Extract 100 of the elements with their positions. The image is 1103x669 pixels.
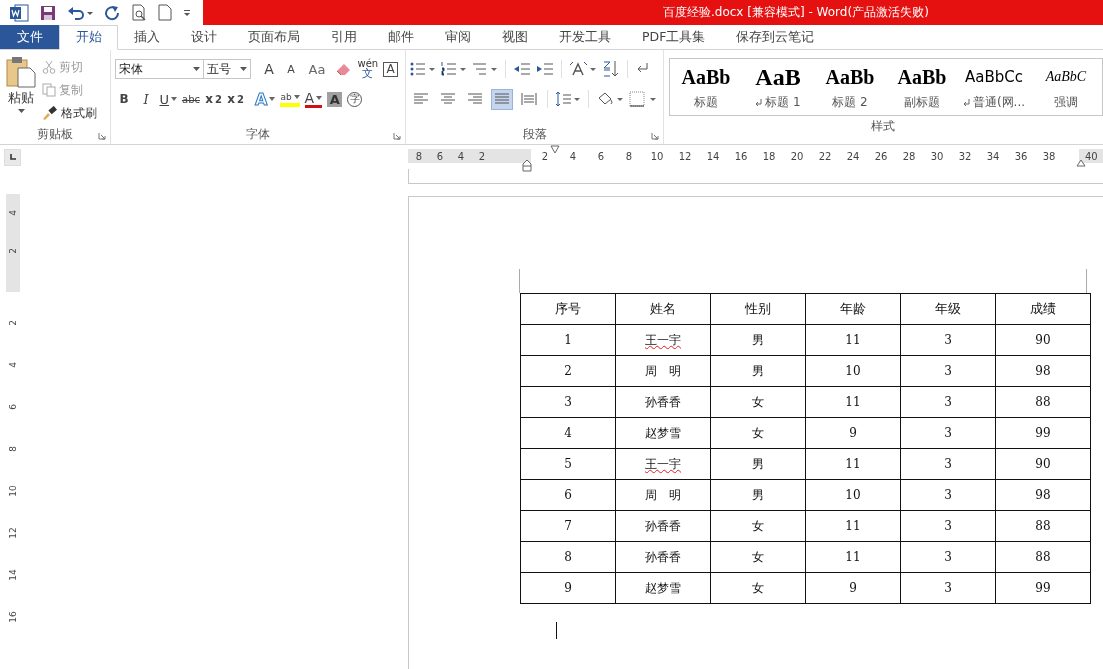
- multilevel-list-icon[interactable]: [472, 61, 499, 77]
- scissors-icon: [42, 60, 56, 74]
- bullet-list-icon[interactable]: [410, 61, 437, 77]
- font-size-field[interactable]: 五号: [203, 59, 252, 79]
- table-cell: 女: [710, 510, 806, 542]
- style-item[interactable]: AaBb 标题 2: [814, 59, 886, 115]
- copy-icon: [42, 83, 56, 97]
- table-cell: 3: [900, 572, 996, 604]
- clipboard-icon: [6, 56, 36, 88]
- ribbon-tab[interactable]: 开始: [59, 25, 118, 50]
- ruler-number: 22: [817, 150, 833, 162]
- ribbon-tab[interactable]: 视图: [486, 25, 543, 49]
- dialog-launcher-icon[interactable]: [393, 132, 402, 140]
- window-title: 百度经验.docx [兼容模式] - Word(产品激活失败): [663, 4, 929, 21]
- save-icon[interactable]: [40, 4, 56, 21]
- group-label: 字体: [246, 125, 271, 143]
- table-cell: 孙香香: [615, 510, 711, 542]
- print-preview-icon[interactable]: [131, 3, 147, 22]
- table-cell: 98: [995, 479, 1091, 511]
- style-item[interactable]: AaB 标题 1: [742, 59, 814, 115]
- dialog-launcher-icon[interactable]: [98, 132, 107, 140]
- first-line-indent-marker[interactable]: [550, 145, 560, 154]
- text-cursor: [556, 622, 557, 639]
- ruler-number: 2: [7, 320, 19, 326]
- table-cell: 赵梦雪: [615, 572, 711, 604]
- style-item[interactable]: AaBbCc 普通(网...: [958, 59, 1030, 115]
- ruler-number: 28: [901, 150, 917, 162]
- table-cell: 3: [900, 541, 996, 573]
- font-format-button[interactable]: A: [282, 59, 300, 79]
- font-format-button[interactable]: A: [304, 90, 323, 108]
- undo-icon[interactable]: [67, 4, 93, 21]
- font-format-button[interactable]: A: [327, 91, 343, 107]
- ruler-number: 14: [705, 150, 721, 162]
- caret-icon: [171, 97, 177, 101]
- ruler-number: 10: [649, 150, 665, 162]
- ruler-number: 14: [7, 569, 19, 581]
- ribbon-tab[interactable]: 审阅: [429, 25, 486, 49]
- ribbon-tab[interactable]: 保存到云笔记: [720, 25, 830, 49]
- ribbon-tab[interactable]: 开发工具: [543, 25, 626, 49]
- painter-button[interactable]: 格式刷: [42, 103, 97, 123]
- font-format-button[interactable]: Aa: [308, 59, 326, 79]
- table-header-cell: 成绩: [995, 293, 1091, 325]
- table-cell: 1: [520, 324, 616, 356]
- table-cell: 5: [520, 448, 616, 480]
- shading-icon[interactable]: [596, 91, 625, 107]
- ribbon-tab[interactable]: 页面布局: [232, 25, 315, 49]
- ribbon-tab[interactable]: 引用: [315, 25, 372, 49]
- font-format-button[interactable]: I: [137, 89, 155, 109]
- font-format-button[interactable]: wén 文: [357, 59, 379, 79]
- paste-button[interactable]: 粘贴: [6, 56, 36, 124]
- ruler-number: 12: [7, 527, 19, 539]
- font-format-button[interactable]: U: [159, 89, 177, 109]
- file-tab[interactable]: 文件: [0, 25, 59, 49]
- font-format-button[interactable]: B: [115, 89, 133, 109]
- font-format-button[interactable]: abc: [182, 89, 200, 109]
- font-format-button[interactable]: A: [255, 89, 276, 109]
- style-item[interactable]: AaBb 标题: [670, 59, 742, 115]
- ribbon-tab[interactable]: PDF工具集: [626, 25, 721, 49]
- ruler-number: 10: [7, 485, 19, 497]
- align-lines-icon: [521, 92, 538, 106]
- text-direction-icon[interactable]: [569, 61, 598, 77]
- table-cell: 女: [710, 541, 806, 573]
- line-spacing-icon[interactable]: [555, 91, 582, 107]
- ribbon-tab[interactable]: 插入: [118, 25, 175, 49]
- table-cell: 11: [805, 448, 901, 480]
- table-cell: 3: [900, 417, 996, 449]
- hanging-indent-marker[interactable]: [522, 159, 532, 172]
- ribbon-tab[interactable]: 设计: [175, 25, 232, 49]
- font-format-button[interactable]: A: [260, 59, 278, 79]
- table-cell: 98: [995, 355, 1091, 387]
- borders-icon[interactable]: [629, 91, 658, 107]
- style-item[interactable]: AaBbC 强调: [1030, 59, 1102, 115]
- font-format-button[interactable]: A: [383, 61, 399, 77]
- numbered-list-icon[interactable]: [441, 61, 468, 77]
- font-name-field[interactable]: 宋体: [115, 59, 205, 79]
- ruler-number: 6: [7, 404, 19, 410]
- customize-icon[interactable]: [183, 7, 191, 18]
- table-cell: 孙香香: [615, 386, 711, 418]
- table-header-cell: 序号: [520, 293, 616, 325]
- ribbon-tab[interactable]: 邮件: [372, 25, 429, 49]
- ruler-number: 32: [957, 150, 973, 162]
- font-format-button[interactable]: ab: [280, 91, 300, 107]
- align-lines-icon: [413, 92, 430, 106]
- redo-icon[interactable]: [104, 4, 120, 21]
- table-header-cell: 姓名: [615, 293, 711, 325]
- increase-indent-icon[interactable]: [536, 61, 555, 77]
- new-document-icon[interactable]: [158, 3, 172, 22]
- ruler-number: 30: [929, 150, 945, 162]
- decrease-indent-icon[interactable]: [513, 61, 532, 77]
- right-indent-marker[interactable]: [1076, 159, 1086, 167]
- style-item[interactable]: AaBb 副标题: [886, 59, 958, 115]
- table-cell: 3: [900, 479, 996, 511]
- tab-selector[interactable]: [4, 148, 21, 166]
- word-logo-icon[interactable]: [9, 3, 29, 22]
- ruler-number: 26: [873, 150, 889, 162]
- dialog-launcher-icon[interactable]: [651, 132, 659, 140]
- table-cell: 男: [710, 324, 806, 356]
- sort-icon[interactable]: [602, 60, 621, 78]
- justify-align-button[interactable]: [491, 88, 514, 110]
- table-cell: 10: [805, 479, 901, 511]
